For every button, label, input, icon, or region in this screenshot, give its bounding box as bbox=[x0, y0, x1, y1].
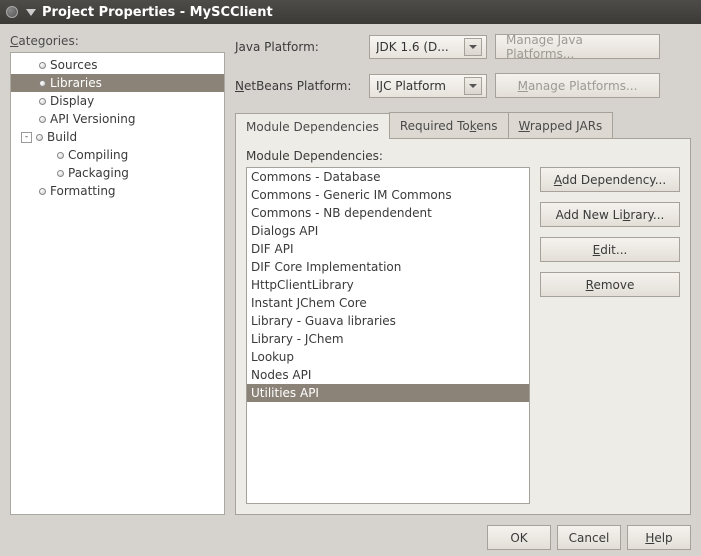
bullet-icon bbox=[39, 80, 46, 87]
tree-item[interactable]: Formatting bbox=[11, 182, 224, 200]
tree-item-label: Build bbox=[47, 130, 77, 144]
window-menu-icon[interactable] bbox=[26, 9, 36, 16]
tab-module-dependencies[interactable]: Module Dependencies bbox=[235, 113, 390, 139]
list-item[interactable]: Dialogs API bbox=[247, 222, 529, 240]
tree-item[interactable]: Compiling bbox=[11, 146, 224, 164]
categories-tree[interactable]: Sources Libraries Display API Versioning - Bu… bbox=[10, 52, 225, 515]
tree-item-label: Libraries bbox=[50, 76, 102, 90]
tree-expander-icon[interactable]: - bbox=[21, 132, 32, 143]
java-platform-value: JDK 1.6 (D... bbox=[376, 40, 460, 54]
window-control-icon[interactable] bbox=[6, 6, 18, 18]
bullet-icon bbox=[39, 116, 46, 123]
tree-item[interactable]: Display bbox=[11, 92, 224, 110]
tab-wrapped-jars[interactable]: Wrapped JARs bbox=[508, 112, 614, 138]
list-item[interactable]: DIF API bbox=[247, 240, 529, 258]
add-dependency-button[interactable]: Add Dependency... bbox=[540, 167, 680, 192]
tree-item-label: Formatting bbox=[50, 184, 116, 198]
remove-button[interactable]: Remove bbox=[540, 272, 680, 297]
list-item[interactable]: Instant JChem Core bbox=[247, 294, 529, 312]
tree-item-label: Display bbox=[50, 94, 94, 108]
tab-bar: Module Dependencies Required Tokens Wrap… bbox=[235, 112, 691, 139]
module-dependencies-list[interactable]: Commons - DatabaseCommons - Generic IM C… bbox=[246, 167, 530, 504]
chevron-down-icon[interactable] bbox=[464, 77, 482, 95]
module-dependencies-panel: Module Dependencies: Commons - DatabaseC… bbox=[235, 139, 691, 515]
java-platform-label: Java Platform: bbox=[235, 40, 361, 54]
tree-item[interactable]: Sources bbox=[11, 56, 224, 74]
tree-item-label: Compiling bbox=[68, 148, 128, 162]
ok-button[interactable]: OK bbox=[487, 525, 551, 550]
netbeans-platform-value: IJC Platform bbox=[376, 79, 460, 93]
tree-item-label: Sources bbox=[50, 58, 97, 72]
tree-item[interactable]: API Versioning bbox=[11, 110, 224, 128]
bullet-icon bbox=[57, 152, 64, 159]
bullet-icon bbox=[57, 170, 64, 177]
list-item[interactable]: Library - Guava libraries bbox=[247, 312, 529, 330]
help-button[interactable]: Help bbox=[627, 525, 691, 550]
netbeans-platform-combo[interactable]: IJC Platform bbox=[369, 74, 487, 98]
list-item[interactable]: Nodes API bbox=[247, 366, 529, 384]
tab-required-tokens[interactable]: Required Tokens bbox=[389, 112, 509, 138]
title-bar: Project Properties - MySCClient bbox=[0, 0, 701, 24]
edit-button[interactable]: Edit... bbox=[540, 237, 680, 262]
tree-item-label: API Versioning bbox=[50, 112, 135, 126]
tree-item-label: Packaging bbox=[68, 166, 129, 180]
bullet-icon bbox=[39, 62, 46, 69]
java-platform-combo[interactable]: JDK 1.6 (D... bbox=[369, 35, 487, 59]
list-item[interactable]: Commons - Generic IM Commons bbox=[247, 186, 529, 204]
manage-java-platforms-button[interactable]: Manage Java Platforms... bbox=[495, 34, 660, 59]
list-item[interactable]: Commons - NB dependendent bbox=[247, 204, 529, 222]
manage-platforms-button[interactable]: Manage Platforms... bbox=[495, 73, 660, 98]
bullet-icon bbox=[39, 98, 46, 105]
add-new-library-button[interactable]: Add New Library... bbox=[540, 202, 680, 227]
list-item[interactable]: Lookup bbox=[247, 348, 529, 366]
cancel-button[interactable]: Cancel bbox=[557, 525, 621, 550]
tree-item[interactable]: Libraries bbox=[11, 74, 224, 92]
dialog-footer: OK Cancel Help bbox=[10, 515, 691, 550]
netbeans-platform-label: NetBeans Platform: bbox=[235, 79, 361, 93]
list-item[interactable]: Commons - Database bbox=[247, 168, 529, 186]
window-title: Project Properties - MySCClient bbox=[42, 5, 273, 20]
categories-label: Categories: bbox=[10, 34, 225, 48]
chevron-down-icon[interactable] bbox=[464, 38, 482, 56]
list-item[interactable]: Library - JChem bbox=[247, 330, 529, 348]
list-item[interactable]: HttpClientLibrary bbox=[247, 276, 529, 294]
tree-item[interactable]: Packaging bbox=[11, 164, 224, 182]
bullet-icon bbox=[36, 134, 43, 141]
module-dependencies-label: Module Dependencies: bbox=[246, 149, 680, 163]
list-item[interactable]: Utilities API bbox=[247, 384, 529, 402]
list-item[interactable]: DIF Core Implementation bbox=[247, 258, 529, 276]
bullet-icon bbox=[39, 188, 46, 195]
tree-item[interactable]: - Build bbox=[11, 128, 224, 146]
